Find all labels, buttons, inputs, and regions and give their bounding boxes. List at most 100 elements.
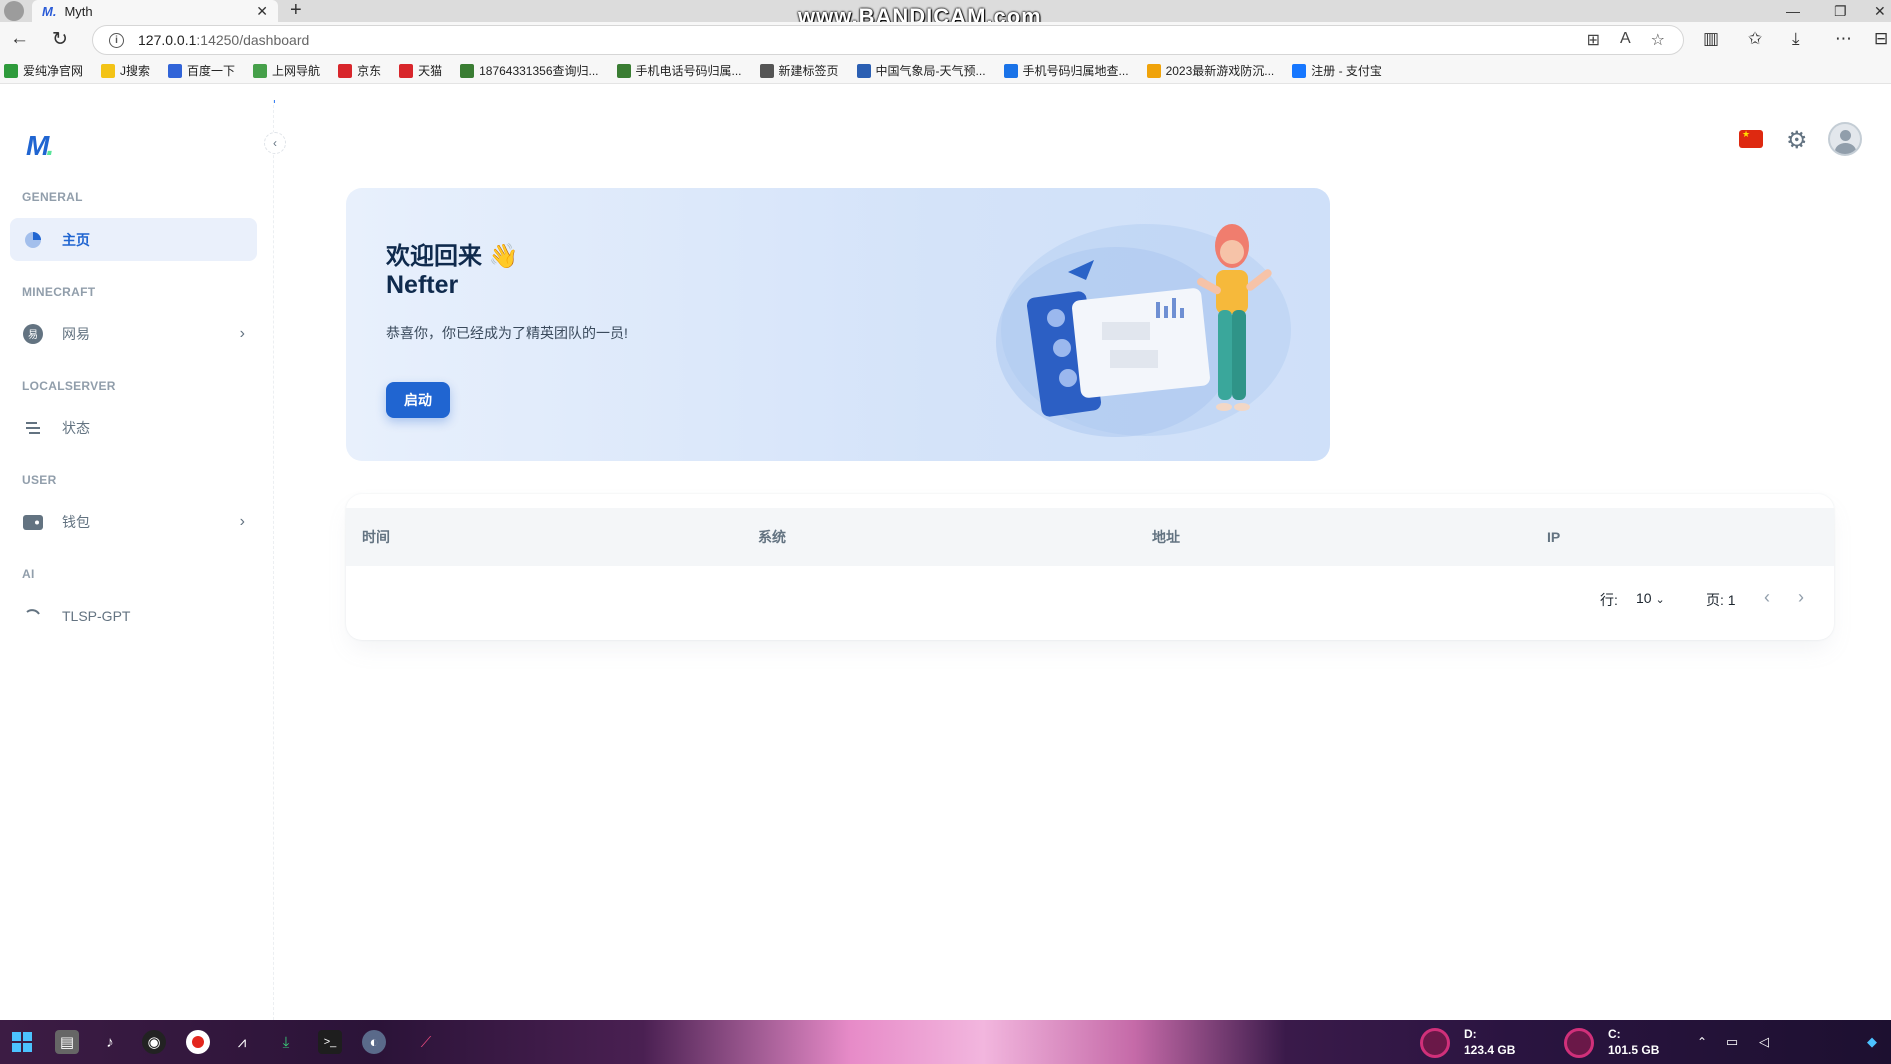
download-manager-icon[interactable]: ⤓ <box>274 1030 298 1054</box>
bookmark-label: 2023最新游戏防沉... <box>1165 64 1275 78</box>
bookmark-item[interactable]: 手机电话号码归属... <box>616 62 742 79</box>
reload-icon[interactable]: ↻ <box>52 28 68 51</box>
rows-per-page-select[interactable]: 10 ⌄ <box>1636 590 1665 606</box>
browser-edge-icon[interactable]: ◐ <box>362 1030 386 1054</box>
table-header-row: 时间 系统 地址 IP <box>346 508 1834 566</box>
volume-icon[interactable]: ◁ <box>1752 1030 1776 1054</box>
minimize-icon[interactable]: — <box>1786 0 1800 22</box>
table-pagination: 行: 10 ⌄ 页: 1 ‹ › <box>346 566 1834 630</box>
app-logo[interactable]: M. <box>26 130 54 162</box>
bookmark-label: 手机号码归属地查... <box>1022 64 1129 78</box>
user-name: Nefter <box>386 271 459 299</box>
windows-start-icon[interactable] <box>10 1030 34 1054</box>
next-page-icon[interactable]: › <box>1798 587 1804 608</box>
disk-c-info: C: 101.5 GB <box>1608 1026 1659 1058</box>
bookmark-item[interactable]: 2023最新游戏防沉... <box>1146 62 1275 79</box>
disk-c-gauge-icon <box>1564 1028 1594 1058</box>
bookmark-label: 百度一下 <box>187 64 236 78</box>
bookmark-label: 中国气象局-天气预... <box>875 64 986 78</box>
bookmark-item[interactable]: 爱纯净官网 <box>4 62 83 79</box>
logo-letter: M <box>26 130 49 161</box>
qq-icon[interactable]: ◉ <box>142 1030 166 1054</box>
notification-icon[interactable]: ◆ <box>1860 1030 1884 1054</box>
sidebar-item-gpt[interactable]: TLSP-GPT <box>10 594 257 637</box>
gear-icon[interactable]: ⚙ <box>1786 126 1808 155</box>
bookmark-item[interactable]: J搜索 <box>101 62 150 79</box>
bookmark-favicon-icon <box>1146 63 1161 78</box>
bookmark-item[interactable]: 中国气象局-天气预... <box>856 62 986 79</box>
sidebar-item-netease[interactable]: 易 网易 › <box>10 312 257 355</box>
split-screen-icon[interactable]: ▥ <box>1703 29 1719 49</box>
previous-page-icon[interactable]: ‹ <box>1764 587 1770 608</box>
chevron-right-icon: › <box>239 324 245 342</box>
launch-button[interactable]: 启动 <box>386 382 450 418</box>
column-header-address[interactable]: 地址 <box>1152 527 1180 547</box>
favorites-icon[interactable]: ✩ <box>1748 29 1762 49</box>
sidebar-item-label: 网易 <box>62 325 90 342</box>
bookmark-item[interactable]: 百度一下 <box>168 62 235 79</box>
more-icon[interactable]: ⋯ <box>1835 29 1852 49</box>
bookmark-item[interactable]: 天猫 <box>399 62 442 79</box>
bookmark-favicon-icon <box>338 63 353 78</box>
sidebar-toggle-icon[interactable]: ⊟ <box>1874 29 1888 49</box>
sidebar: M. ‹ GENERAL 主页 MINECRAFT 易 网易 › LOCALSE… <box>0 100 286 1020</box>
bookmark-item[interactable]: 注册 - 支付宝 <box>1292 62 1382 79</box>
bookmark-label: 爱纯净官网 <box>23 64 84 78</box>
sidebar-item-wallet[interactable]: 钱包 › <box>10 500 257 543</box>
translate-icon[interactable]: ⊞ <box>1587 30 1600 50</box>
loading-spinner-icon <box>22 605 44 627</box>
tray-chevron-icon[interactable]: ⌃ <box>1690 1030 1714 1054</box>
column-header-time[interactable]: 时间 <box>362 527 390 547</box>
avatar[interactable] <box>1828 122 1862 156</box>
pen-icon[interactable]: ⟋ <box>414 1030 438 1054</box>
bookmark-favicon-icon <box>399 63 414 78</box>
chevron-right-icon: › <box>239 512 245 530</box>
column-header-system[interactable]: 系统 <box>758 527 786 547</box>
sidebar-item-home[interactable]: 主页 <box>10 218 257 261</box>
new-tab-button[interactable]: + <box>290 0 302 22</box>
close-icon[interactable]: ✕ <box>256 3 268 20</box>
bookmark-favicon-icon <box>856 63 871 78</box>
logo-dot: . <box>46 130 54 161</box>
info-icon[interactable]: i <box>109 32 124 48</box>
bookmark-item[interactable]: 京东 <box>338 62 381 79</box>
back-icon[interactable]: ← <box>10 28 29 50</box>
url-input[interactable]: i 127.0.0.1:14250/dashboard ⊞ A ☆ <box>92 25 1684 55</box>
bookmark-item[interactable]: 手机号码归属地查... <box>1003 62 1129 79</box>
bookmark-item[interactable]: 18764331356查询归... <box>460 62 599 79</box>
disk-d-info: D: 123.4 GB <box>1464 1026 1515 1058</box>
bookmark-label: 18764331356查询归... <box>479 64 599 78</box>
login-history-table: 时间 系统 地址 IP 行: 10 ⌄ 页: 1 ‹ › <box>346 494 1834 640</box>
tiktok-icon[interactable]: ♪ <box>98 1030 122 1054</box>
sidebar-item-status[interactable]: 状态 <box>10 406 257 449</box>
bookmark-favicon-icon <box>168 63 183 78</box>
profile-icon[interactable] <box>4 1 24 21</box>
column-header-ip[interactable]: IP <box>1547 529 1560 545</box>
browser-tab[interactable]: M. Myth ✕ <box>32 0 278 22</box>
restore-icon[interactable]: ❐ <box>1834 0 1847 22</box>
bookmark-label: 天猫 <box>418 64 443 78</box>
welcome-subtitle: 恭喜你，你已经成为了精英团队的一员! <box>386 325 628 341</box>
bookmark-favicon-icon <box>1292 63 1307 78</box>
url-path: :14250/dashboard <box>196 32 310 48</box>
favorite-star-icon[interactable]: ☆ <box>1651 30 1665 50</box>
download-icon[interactable]: ⤓ <box>1792 29 1800 49</box>
network-icon[interactable]: ▭ <box>1720 1030 1744 1054</box>
read-aloud-icon[interactable]: A <box>1620 30 1631 50</box>
terminal-icon[interactable]: >_ <box>318 1030 342 1054</box>
chevron-down-icon: ⌄ <box>1655 594 1665 606</box>
bookmark-favicon-icon <box>759 63 774 78</box>
myth-app-icon[interactable]: ⩘ <box>230 1030 254 1054</box>
disk-c-size: 101.5 GB <box>1608 1043 1660 1057</box>
bookmark-favicon-icon <box>1003 63 1018 78</box>
language-flag-icon[interactable] <box>1739 129 1763 148</box>
section-minecraft: MINECRAFT <box>22 285 96 299</box>
window-close-icon[interactable]: ✕ <box>1874 0 1886 22</box>
bookmark-item[interactable]: 新建标签页 <box>759 62 839 79</box>
welcome-title: 欢迎回来 👋 <box>386 243 519 270</box>
collapse-sidebar-button[interactable]: ‹ <box>264 132 286 154</box>
bandicam-record-icon[interactable] <box>186 1030 210 1054</box>
file-explorer-icon[interactable]: ▤ <box>55 1030 79 1054</box>
bookmark-item[interactable]: 上网导航 <box>253 62 320 79</box>
dashboard-icon <box>22 229 44 251</box>
